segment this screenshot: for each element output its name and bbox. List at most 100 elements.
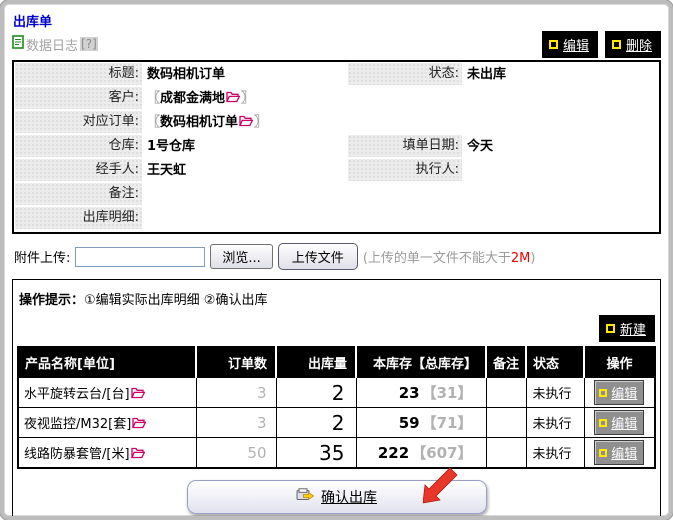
page-title: 出库单 bbox=[13, 11, 661, 30]
col-header-out-qty: 出库量 bbox=[276, 347, 356, 378]
confirm-stockout-icon bbox=[296, 488, 315, 507]
new-button-label: 新建 bbox=[620, 319, 646, 338]
folder-icon[interactable] bbox=[226, 92, 240, 107]
field-value-handler: 王天虹 bbox=[142, 159, 348, 183]
customer-link[interactable]: 〖成都金满地 〗 bbox=[142, 87, 658, 111]
checkbox-icon bbox=[599, 419, 607, 427]
new-button-row: 新建 bbox=[17, 315, 655, 342]
related-order-link[interactable]: 〖数码相机订单〗 bbox=[142, 111, 658, 135]
row-edit-button[interactable]: 编辑 bbox=[594, 380, 644, 405]
action-cell: 编辑 bbox=[584, 438, 655, 469]
col-header-stock: 本库存【总库存】 bbox=[356, 347, 486, 378]
product-cell: 夜视监控/M32[套] bbox=[18, 408, 196, 438]
data-log-label: 数据日志 bbox=[26, 35, 78, 54]
table-row: 线路防暴套管/[米] 50 35 222【607】 未执行 编辑 bbox=[18, 438, 655, 469]
folder-icon[interactable] bbox=[239, 116, 253, 131]
order-qty-cell: 3 bbox=[196, 378, 276, 408]
attachment-file-input[interactable] bbox=[75, 247, 205, 267]
out-qty-cell: 35 bbox=[276, 438, 356, 469]
order-detail-form: 标题: 数码相机订单 状态: 未出库 客户: 〖成都金满地〗 对应订单: 〖数码… bbox=[12, 60, 661, 234]
status-cell: 未执行 bbox=[526, 378, 584, 408]
total-stock-value: 【31】 bbox=[422, 384, 473, 402]
row-edit-button[interactable]: 编辑 bbox=[594, 440, 644, 465]
product-cell: 水平旋转云台/[台] bbox=[18, 378, 196, 408]
col-header-status: 状态 bbox=[526, 347, 584, 378]
total-stock-value: 【607】 bbox=[411, 444, 472, 462]
checkbox-icon bbox=[599, 449, 607, 457]
upload-hint-close: ) bbox=[530, 251, 535, 266]
upload-button[interactable]: 上传文件 bbox=[278, 243, 358, 270]
form-row-title: 标题: 数码相机订单 状态: 未出库 bbox=[15, 63, 658, 87]
field-value-fill-date: 今天 bbox=[462, 135, 658, 159]
form-row-warehouse: 仓库: 1号仓库 填单日期: 今天 bbox=[15, 135, 658, 159]
operation-tips: 操作提示：①编辑实际出库明细 ②确认出库 bbox=[19, 289, 656, 308]
checkbox-icon bbox=[606, 324, 615, 333]
edit-button-label: 编辑 bbox=[563, 35, 589, 54]
folder-icon[interactable] bbox=[131, 388, 145, 403]
field-value-executor bbox=[462, 159, 658, 183]
field-label-warehouse: 仓库: bbox=[15, 135, 142, 159]
row-edit-button[interactable]: 编辑 bbox=[594, 410, 644, 435]
bracket-close: 〗 bbox=[241, 91, 254, 106]
product-name-link[interactable]: 线路防暴套管/[米] bbox=[24, 447, 130, 462]
delete-button-label: 删除 bbox=[626, 35, 652, 54]
attachment-label: 附件上传: bbox=[14, 247, 70, 266]
window-frame: 出库单 数据日志 [?] 编辑 删除 标题: 数码相机订单 状态: 未出库 bbox=[0, 0, 673, 520]
field-label-title: 标题: bbox=[15, 63, 142, 87]
product-name-link[interactable]: 水平旋转云台/[台] bbox=[24, 387, 130, 402]
new-button[interactable]: 新建 bbox=[599, 315, 655, 342]
field-value-title: 数码相机订单 bbox=[142, 63, 348, 87]
out-qty-cell: 2 bbox=[276, 408, 356, 438]
bracket-open: 〖 bbox=[147, 115, 160, 130]
related-order-name: 数码相机订单 bbox=[160, 115, 238, 130]
help-icon[interactable]: [?] bbox=[80, 37, 98, 51]
row-edit-label: 编辑 bbox=[611, 413, 637, 432]
checkbox-icon bbox=[612, 40, 621, 49]
field-value-out-detail bbox=[142, 207, 658, 231]
status-cell: 未执行 bbox=[526, 408, 584, 438]
toolbar: 数据日志 [?] 编辑 删除 bbox=[12, 33, 661, 55]
folder-icon[interactable] bbox=[131, 448, 145, 463]
row-edit-label: 编辑 bbox=[611, 443, 637, 462]
checkbox-icon bbox=[549, 40, 558, 49]
toolbar-actions: 编辑 删除 bbox=[542, 31, 661, 58]
action-cell: 编辑 bbox=[584, 378, 655, 408]
action-cell: 编辑 bbox=[584, 408, 655, 438]
folder-icon[interactable] bbox=[132, 418, 146, 433]
operation-section: 操作提示：①编辑实际出库明细 ②确认出库 新建 产品名称[单位] 订单数 出库量… bbox=[12, 279, 661, 520]
delete-button[interactable]: 删除 bbox=[605, 31, 661, 58]
browse-button[interactable]: 浏览... bbox=[210, 244, 272, 269]
field-value-remark bbox=[142, 183, 658, 207]
edit-button[interactable]: 编辑 bbox=[542, 31, 598, 58]
confirm-row: 确认出库 bbox=[17, 480, 656, 514]
data-log-link[interactable]: 数据日志 [?] bbox=[12, 35, 98, 54]
field-label-status: 状态: bbox=[348, 63, 462, 87]
field-label-executor: 执行人: bbox=[348, 159, 462, 183]
operation-tips-title: 操作提示： bbox=[19, 293, 84, 308]
customer-name: 成都金满地 bbox=[160, 91, 225, 106]
col-header-action: 操作 bbox=[584, 347, 655, 378]
table-row: 水平旋转云台/[台] 3 2 23【31】 未执行 编辑 bbox=[18, 378, 655, 408]
items-table: 产品名称[单位] 订单数 出库量 本库存【总库存】 备注 状态 操作 水平旋转云… bbox=[17, 346, 656, 469]
bracket-open: 〖 bbox=[147, 91, 160, 106]
log-icon bbox=[12, 35, 24, 53]
order-qty-cell: 50 bbox=[196, 438, 276, 469]
upload-hint: (上传的单一文件不能大于2M) bbox=[363, 247, 536, 266]
stock-cell: 222【607】 bbox=[356, 438, 486, 469]
row-edit-label: 编辑 bbox=[611, 383, 637, 402]
table-header-row: 产品名称[单位] 订单数 出库量 本库存【总库存】 备注 状态 操作 bbox=[18, 347, 655, 378]
out-qty-cell: 2 bbox=[276, 378, 356, 408]
product-name-link[interactable]: 夜视监控/M32[套] bbox=[24, 417, 131, 432]
form-row-handler: 经手人: 王天虹 执行人: bbox=[15, 159, 658, 183]
field-value-status: 未出库 bbox=[462, 63, 658, 87]
pointer-arrow-icon bbox=[423, 467, 463, 507]
stock-value: 59 bbox=[399, 414, 420, 432]
stock-value: 23 bbox=[399, 384, 420, 402]
field-label-related-order: 对应订单: bbox=[15, 111, 142, 135]
order-qty-cell: 3 bbox=[196, 408, 276, 438]
operation-tips-text: ①编辑实际出库明细 ②确认出库 bbox=[84, 293, 267, 308]
col-header-order-qty: 订单数 bbox=[196, 347, 276, 378]
upload-hint-limit: 2M bbox=[511, 251, 531, 266]
field-label-customer: 客户: bbox=[15, 87, 142, 111]
stock-cell: 59【71】 bbox=[356, 408, 486, 438]
